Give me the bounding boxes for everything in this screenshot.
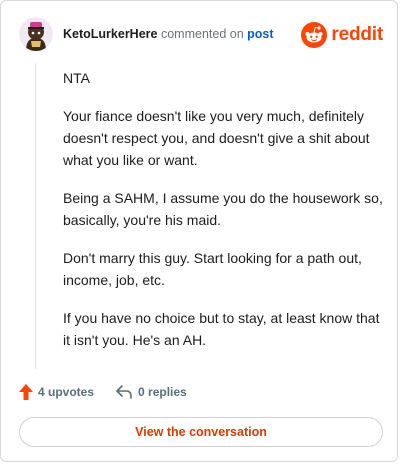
comment-paragraph: Don't marry this guy. Start looking for … [63, 250, 362, 288]
reddit-wordmark: reddit [331, 24, 383, 45]
reply-arrow-icon [116, 385, 132, 399]
upvote-count: 4 upvotes [38, 385, 95, 399]
comment-paragraph: If you have no choice but to stay, at le… [63, 310, 380, 348]
action-text: commented on [160, 27, 244, 41]
upvote-arrow-icon [19, 384, 33, 400]
comment-paragraph: Your fiance doesn't like you very much, … [63, 108, 370, 168]
replies-button[interactable]: 0 replies [116, 385, 187, 399]
comment-paragraph: Being a SAHM, I assume you do the housew… [63, 190, 383, 228]
avatar[interactable] [19, 17, 53, 51]
thread-line [35, 63, 36, 369]
reddit-snoo-icon [301, 22, 328, 48]
comment-header: KetoLurkerHere commented on post reddit [19, 17, 383, 53]
view-conversation-button[interactable]: View the conversation [19, 417, 383, 447]
reply-count: 0 replies [138, 385, 187, 399]
reddit-logo[interactable]: reddit [301, 21, 383, 49]
comment-paragraph: NTA [63, 70, 90, 86]
comment-meta: KetoLurkerHere commented on post [63, 26, 274, 42]
comment-body: NTA Your fiance doesn't like you very mu… [63, 67, 385, 367]
upvote-button[interactable]: 4 upvotes [19, 384, 94, 400]
comment-footer: 4 upvotes 0 replies [19, 381, 187, 403]
username-link[interactable]: KetoLurkerHere [63, 27, 157, 41]
comment-embed-card: KetoLurkerHere commented on post reddit … [0, 0, 398, 462]
post-link[interactable]: post [247, 27, 273, 41]
